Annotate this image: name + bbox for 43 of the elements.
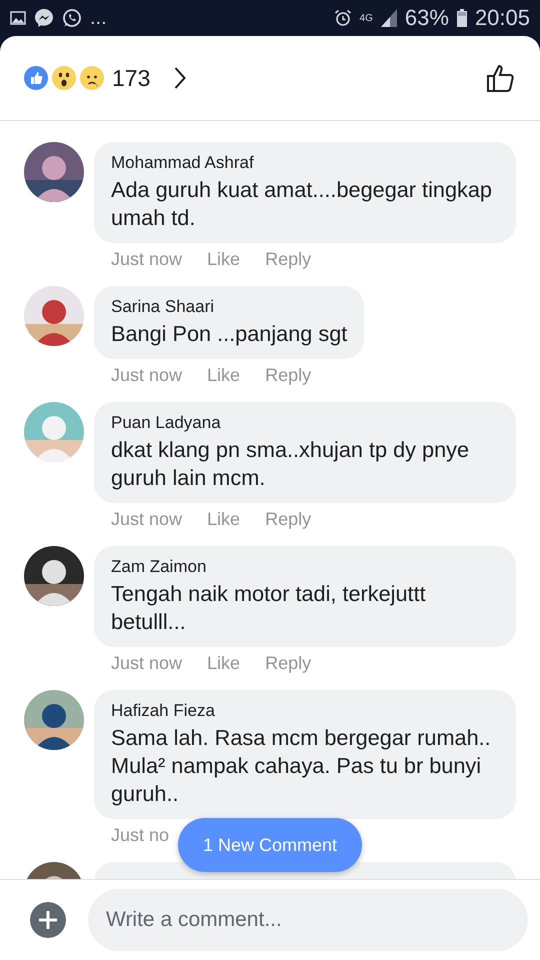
comment-time: Just now: [111, 509, 182, 530]
like-reaction-icon: [24, 66, 48, 90]
reply-link[interactable]: Reply: [265, 249, 312, 270]
battery-percent: 63%: [404, 5, 449, 31]
chevron-right-icon[interactable]: [174, 66, 186, 90]
comment-time: Just now: [111, 653, 182, 674]
comment-text: Bangi Pon ...panjang sgt: [111, 320, 348, 348]
messenger-icon: [34, 8, 54, 28]
reply-link[interactable]: Reply: [265, 509, 312, 530]
reply-link[interactable]: Reply: [265, 653, 312, 674]
notification-more: ...: [90, 6, 107, 30]
like-link[interactable]: Like: [207, 249, 240, 270]
comment-time: Just no: [111, 825, 170, 846]
comment-author[interactable]: Hafizah Fieza: [111, 701, 499, 721]
reaction-count[interactable]: 173: [112, 64, 150, 92]
comment-text: Sama lah. Rasa mcm bergegar rumah.. Mula² nampak cahaya. Pas tu br bunyi guruh..: [111, 724, 492, 808]
new-comment-button[interactable]: 1 New Comment: [178, 818, 362, 872]
comment-author[interactable]: Zam Zaimon: [111, 557, 499, 577]
comment-input[interactable]: Write a comment...: [88, 889, 528, 951]
comment-time: Just now: [111, 249, 182, 270]
network-type: 4G: [360, 12, 373, 24]
clock-time: 20:05: [474, 5, 530, 31]
comment-time: Just now: [111, 365, 182, 386]
comment-text: Tengah naik motor tadi, terkejuttt betulll...: [111, 580, 427, 636]
comment-author[interactable]: Mohammad Ashraf: [111, 153, 499, 173]
whatsapp-icon: [62, 8, 82, 28]
comment-text: dkat klang pn sma..xhujan tp dy pnye guruh lain mcm.: [111, 436, 470, 492]
gallery-icon: [10, 11, 26, 25]
add-button[interactable]: [30, 902, 66, 938]
alarm-icon: [334, 9, 352, 27]
plus-icon: [38, 910, 58, 930]
sad-reaction-icon: [80, 66, 104, 90]
thumbs-up-icon[interactable]: [486, 63, 516, 93]
comment-text: Ada guruh kuat amat....begegar tingkap umah td.: [111, 176, 493, 232]
reply-link[interactable]: Reply: [265, 365, 312, 386]
wow-reaction-icon: [52, 66, 76, 90]
like-link[interactable]: Like: [207, 365, 240, 386]
comment-author[interactable]: Puan Ladyana: [111, 413, 499, 433]
battery-icon: [456, 9, 467, 27]
signal-icon: [380, 9, 397, 27]
like-link[interactable]: Like: [207, 509, 240, 530]
like-link[interactable]: Like: [207, 653, 240, 674]
comment-author[interactable]: Sarina Shaari: [111, 297, 348, 317]
